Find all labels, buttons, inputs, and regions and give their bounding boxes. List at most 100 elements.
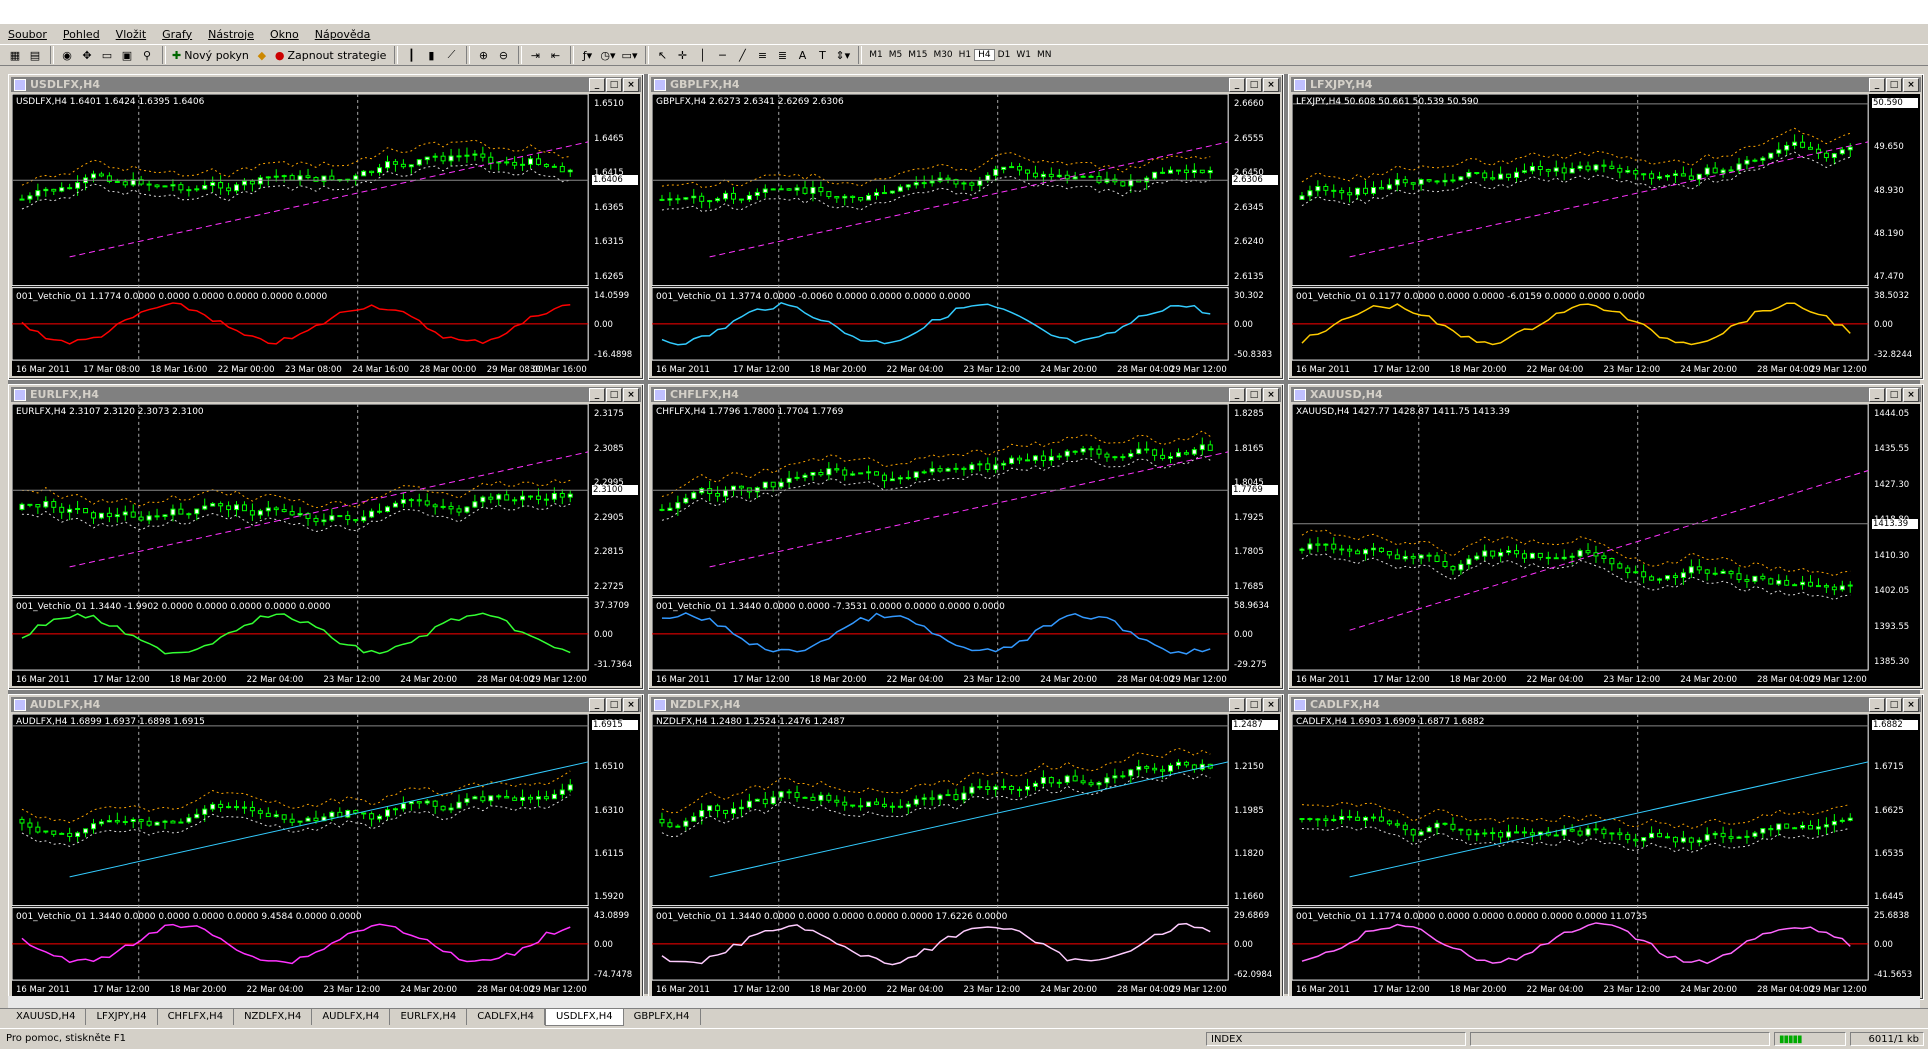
fibo-icon[interactable]: ≣ (773, 46, 791, 64)
vertical-line-icon[interactable]: │ (693, 46, 711, 64)
chart-window-xauusd[interactable]: XAUUSD,H4 _ □ × XAUUSD,H4 1427.77 1428.8… (1288, 384, 1924, 690)
candle-chart-icon[interactable]: ▮ (422, 46, 440, 64)
bar-chart-icon[interactable]: ┃ (402, 46, 420, 64)
maximize-button[interactable]: □ (1886, 698, 1902, 712)
chart-title-bar[interactable]: XAUUSD,H4 _ □ × (1291, 387, 1921, 402)
timeframe-mn[interactable]: MN (1034, 50, 1055, 60)
minimize-button[interactable]: _ (589, 78, 605, 92)
maximize-button[interactable]: □ (606, 388, 622, 402)
maximize-button[interactable]: □ (606, 78, 622, 92)
minimize-button[interactable]: _ (1869, 698, 1885, 712)
periods-icon[interactable]: ◷▾ (598, 46, 617, 64)
horizontal-scrollbar[interactable] (8, 996, 1920, 1008)
chart-canvas[interactable]: NZDLFX,H4 1.2480 1.2524 1.2476 1.2487 001… (652, 714, 1280, 996)
crosshair-icon[interactable]: ✛ (673, 46, 691, 64)
chart-window-audlfx[interactable]: AUDLFX,H4 _ □ × AUDLFX,H4 1.6899 1.6937 … (8, 694, 644, 1000)
menu-1[interactable]: Pohled (63, 28, 100, 41)
navigator-icon[interactable]: ✥ (78, 46, 96, 64)
minimize-button[interactable]: _ (1229, 388, 1245, 402)
close-button[interactable]: × (623, 78, 639, 92)
tab-nzdlfx[interactable]: NZDLFX,H4 (234, 1009, 313, 1025)
maximize-button[interactable]: □ (1886, 78, 1902, 92)
chart-window-cadlfx[interactable]: CADLFX,H4 _ □ × CADLFX,H4 1.6903 1.6909 … (1288, 694, 1924, 1000)
text-icon[interactable]: A (793, 46, 811, 64)
autoscroll-icon[interactable]: ⇥ (526, 46, 544, 64)
zoom-in-icon[interactable]: ⊕ (474, 46, 492, 64)
maximize-button[interactable]: □ (606, 698, 622, 712)
new-order-button[interactable]: ✚ Nový pokyn (170, 46, 251, 64)
horizontal-line-icon[interactable]: ─ (713, 46, 731, 64)
profiles-icon[interactable]: ▤ (26, 46, 44, 64)
chart-title-bar[interactable]: USDLFX,H4 _ □ × (11, 77, 641, 92)
minimize-button[interactable]: _ (589, 698, 605, 712)
chart-canvas[interactable]: LFXJPY,H4 50.608 50.661 50.539 50.590 001… (1292, 94, 1920, 376)
arrows-icon[interactable]: ⇕▾ (833, 46, 852, 64)
chart-canvas[interactable]: EURLFX,H4 2.3107 2.3120 2.3073 2.3100 001… (12, 404, 640, 686)
close-button[interactable]: × (1263, 388, 1279, 402)
line-chart-icon[interactable]: ⟋ (442, 46, 460, 64)
close-button[interactable]: × (1263, 698, 1279, 712)
close-button[interactable]: × (1903, 388, 1919, 402)
timeframe-h1[interactable]: H1 (956, 50, 975, 60)
maximize-button[interactable]: □ (1886, 388, 1902, 402)
templates-icon[interactable]: ▭▾ (620, 46, 640, 64)
chart-title-bar[interactable]: AUDLFX,H4 _ □ × (11, 697, 641, 712)
market-watch-icon[interactable]: ◉ (58, 46, 76, 64)
minimize-button[interactable]: _ (1869, 388, 1885, 402)
label-icon[interactable]: T (813, 46, 831, 64)
tab-eurlfx[interactable]: EURLFX,H4 (390, 1009, 468, 1025)
chart-window-usdlfx[interactable]: USDLFX,H4 _ □ × USDLFX,H4 1.6401 1.6424 … (8, 74, 644, 380)
close-button[interactable]: × (623, 698, 639, 712)
chart-shift-icon[interactable]: ⇤ (546, 46, 564, 64)
chart-title-bar[interactable]: CADLFX,H4 _ □ × (1291, 697, 1921, 712)
maximize-button[interactable]: □ (1246, 388, 1262, 402)
chart-window-chflfx[interactable]: CHFLFX,H4 _ □ × CHFLFX,H4 1.7796 1.7800 … (648, 384, 1284, 690)
timeframe-d1[interactable]: D1 (995, 50, 1014, 60)
close-button[interactable]: × (623, 388, 639, 402)
tab-audlfx[interactable]: AUDLFX,H4 (312, 1009, 391, 1025)
chart-canvas[interactable]: XAUUSD,H4 1427.77 1428.87 1411.75 1413.3… (1292, 404, 1920, 686)
chart-canvas[interactable]: CHFLFX,H4 1.7796 1.7800 1.7704 1.7769 001… (652, 404, 1280, 686)
chart-title-bar[interactable]: NZDLFX,H4 _ □ × (651, 697, 1281, 712)
timeframe-m1[interactable]: M1 (866, 50, 886, 60)
close-button[interactable]: × (1263, 78, 1279, 92)
menu-6[interactable]: Nápověda (315, 28, 371, 41)
minimize-button[interactable]: _ (589, 388, 605, 402)
tester-icon[interactable]: ⚲ (138, 46, 156, 64)
tab-usdlfx[interactable]: USDLFX,H4 (545, 1009, 624, 1026)
menu-0[interactable]: Soubor (8, 28, 47, 41)
chart-canvas[interactable]: AUDLFX,H4 1.6899 1.6937 1.6898 1.6915 001… (12, 714, 640, 996)
tab-cadlfx[interactable]: CADLFX,H4 (467, 1009, 546, 1025)
strategy-button[interactable]: ● Zapnout strategie (273, 46, 389, 64)
indicators-icon[interactable]: ƒ▾ (578, 46, 596, 64)
terminal-icon[interactable]: ▣ (118, 46, 136, 64)
cursor-icon[interactable]: ↖ (653, 46, 671, 64)
tab-xauusd[interactable]: XAUUSD,H4 (6, 1009, 87, 1025)
timeframe-m5[interactable]: M5 (886, 50, 906, 60)
close-button[interactable]: × (1903, 78, 1919, 92)
chart-canvas[interactable]: GBPLFX,H4 2.6273 2.6341 2.6269 2.6306 001… (652, 94, 1280, 376)
folder-icon[interactable]: ▭ (98, 46, 116, 64)
maximize-button[interactable]: □ (1246, 78, 1262, 92)
menu-3[interactable]: Grafy (162, 28, 192, 41)
maximize-button[interactable]: □ (1246, 698, 1262, 712)
chart-window-lfxjpy[interactable]: LFXJPY,H4 _ □ × LFXJPY,H4 50.608 50.661 … (1288, 74, 1924, 380)
menu-4[interactable]: Nástroje (208, 28, 254, 41)
menu-5[interactable]: Okno (270, 28, 299, 41)
chart-window-eurlfx[interactable]: EURLFX,H4 _ □ × EURLFX,H4 2.3107 2.3120 … (8, 384, 644, 690)
chart-canvas[interactable]: USDLFX,H4 1.6401 1.6424 1.6395 1.6406 001… (12, 94, 640, 376)
chart-title-bar[interactable]: LFXJPY,H4 _ □ × (1291, 77, 1921, 92)
channel-icon[interactable]: ≡ (753, 46, 771, 64)
minimize-button[interactable]: _ (1869, 78, 1885, 92)
zoom-out-icon[interactable]: ⊖ (494, 46, 512, 64)
timeframe-h4[interactable]: H4 (974, 49, 995, 61)
chart-title-bar[interactable]: GBPLFX,H4 _ □ × (651, 77, 1281, 92)
meta-editor-icon[interactable]: ◆ (253, 46, 271, 64)
tab-chflfx[interactable]: CHFLFX,H4 (158, 1009, 235, 1025)
timeframe-w1[interactable]: W1 (1013, 50, 1034, 60)
chart-title-bar[interactable]: EURLFX,H4 _ □ × (11, 387, 641, 402)
timeframe-m15[interactable]: M15 (905, 50, 930, 60)
close-button[interactable]: × (1903, 698, 1919, 712)
tab-lfxjpy[interactable]: LFXJPY,H4 (86, 1009, 158, 1025)
new-chart-icon[interactable]: ▦ (6, 46, 24, 64)
